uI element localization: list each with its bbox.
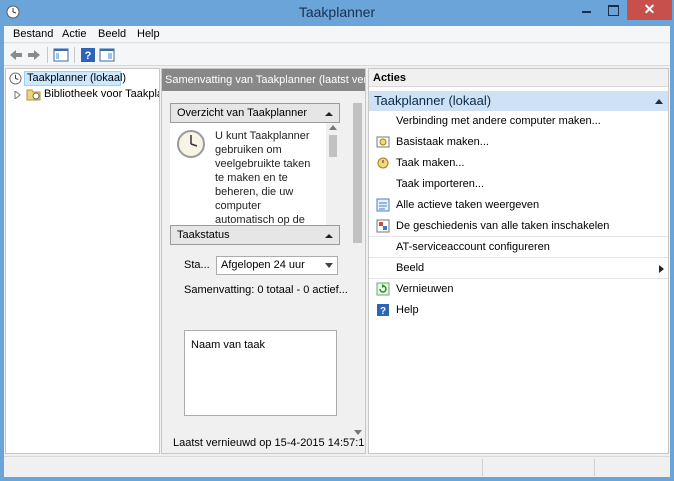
action-import-task[interactable]: Taak importeren... [369, 175, 668, 195]
status-cell [594, 459, 670, 476]
create-task-icon [377, 157, 389, 169]
basic-task-icon [376, 136, 390, 148]
tree-item-library[interactable]: Bibliotheek voor Taakplanner [6, 87, 159, 103]
overview-section-header[interactable]: Overzicht van Taakplanner [170, 103, 340, 123]
tree-item-root[interactable]: Taakplanner (lokaal) [6, 71, 159, 87]
show-pane-icon[interactable] [99, 47, 115, 63]
client-area: Bestand Actie Beeld Help ? Taakplanner (… [4, 26, 670, 477]
menu-bar: Bestand Actie Beeld Help [4, 26, 670, 43]
action-label: Alle actieve taken weergeven [396, 199, 540, 211]
submenu-arrow-icon [659, 265, 664, 273]
active-tasks-icon [376, 198, 390, 212]
svg-text:?: ? [85, 50, 92, 62]
action-label: Taak maken... [396, 157, 465, 169]
collapse-icon[interactable] [325, 112, 333, 116]
actions-group-title: Taakplanner (lokaal) [374, 93, 492, 108]
menu-bestand[interactable]: Bestand [13, 28, 53, 40]
folder-icon [26, 89, 41, 101]
console-tree: Taakplanner (lokaal) Bibliotheek voor Ta… [5, 68, 160, 454]
clock-icon [177, 130, 205, 158]
status-cell [482, 459, 594, 476]
svg-text:?: ? [380, 306, 386, 317]
forward-arrow-icon[interactable] [26, 47, 42, 63]
select-value: Afgelopen 24 uur [221, 259, 305, 271]
menu-actie[interactable]: Actie [62, 28, 86, 40]
summary-pane: Samenvatting van Taakplanner (laatst ver… [161, 68, 366, 454]
chevron-down-icon[interactable] [325, 263, 333, 268]
console-tree-icon[interactable] [53, 47, 69, 63]
help-icon[interactable]: ? [80, 47, 96, 63]
action-view[interactable]: Beeld [369, 259, 668, 279]
collapse-icon[interactable] [655, 99, 663, 104]
scrollbar-thumb[interactable] [329, 135, 337, 157]
actions-group-header[interactable]: Taakplanner (lokaal) [369, 91, 668, 111]
refresh-icon [376, 282, 390, 296]
actions-pane: Acties Taakplanner (lokaal) Verbinding m… [368, 68, 669, 454]
status-period-select[interactable]: Afgelopen 24 uur [216, 256, 338, 275]
action-label: Help [396, 304, 419, 316]
clock-icon [9, 72, 22, 85]
action-create-task[interactable]: Taak maken... [369, 154, 668, 174]
action-label: Vernieuwen [396, 283, 454, 295]
maximize-button[interactable] [600, 0, 626, 20]
status-summary: Samenvatting: 0 totaal - 0 actief... [184, 284, 348, 296]
action-label: Taak importeren... [396, 178, 485, 190]
last-refreshed-text: Laatst vernieuwd op 15-4-2015 14:57:12 [173, 437, 366, 449]
scroll-down-icon[interactable] [354, 430, 362, 435]
section-title: Overzicht van Taakplanner [177, 107, 308, 119]
back-arrow-icon[interactable] [8, 47, 24, 63]
close-button[interactable]: ✕ [627, 0, 672, 20]
task-list[interactable]: Naam van taak [184, 330, 337, 416]
action-refresh[interactable]: Vernieuwen [369, 280, 668, 300]
action-label: AT-serviceaccount configureren [396, 241, 550, 253]
status-label: Sta... [184, 259, 210, 271]
app-window: Taakplanner ✕ Bestand Actie Beeld Help ?… [0, 0, 674, 481]
expand-arrow-icon[interactable] [14, 91, 21, 99]
scrollbar-thumb[interactable] [353, 103, 362, 243]
action-connect-computer[interactable]: Verbinding met andere computer maken... [369, 112, 668, 132]
close-icon: ✕ [643, 1, 656, 17]
column-header-task-name[interactable]: Naam van taak [191, 339, 265, 351]
tree-item-label: Bibliotheek voor Taakplanner [44, 88, 159, 100]
toolbar-separator [74, 47, 75, 63]
history-icon [376, 219, 390, 233]
tree-item-label: Taakplanner (lokaal) [27, 72, 127, 84]
toolbar-separator [47, 47, 48, 63]
section-title: Taakstatus [177, 229, 230, 241]
status-bar [4, 456, 670, 477]
collapse-icon[interactable] [325, 234, 333, 238]
action-create-basic-task[interactable]: Basistaak maken... [369, 133, 668, 153]
action-label: Verbinding met andere computer maken... [396, 115, 601, 127]
scroll-up-icon[interactable] [329, 125, 337, 130]
action-label: De geschiedenis van alle taken inschakel… [396, 220, 610, 232]
action-enable-history[interactable]: De geschiedenis van alle taken inschakel… [369, 217, 668, 237]
task-status-section-header[interactable]: Taakstatus [170, 225, 340, 245]
action-label: Beeld [396, 262, 425, 274]
action-help[interactable]: ? Help [369, 301, 668, 321]
help-icon: ? [377, 304, 389, 317]
toolbar: ? [4, 44, 670, 66]
minimize-button[interactable] [573, 0, 599, 20]
summary-header: Samenvatting van Taakplanner (laatst ver… [162, 69, 365, 91]
menu-help[interactable]: Help [137, 28, 160, 40]
action-configure-at-account[interactable]: AT-serviceaccount configureren [369, 238, 668, 258]
actions-title: Acties [369, 69, 668, 87]
title-bar[interactable]: Taakplanner ✕ [0, 0, 674, 26]
overview-description: U kunt Taakplanner gebruiken om veelgebr… [215, 130, 311, 226]
action-show-active-tasks[interactable]: Alle actieve taken weergeven [369, 196, 668, 216]
summary-scrollbar[interactable] [350, 91, 365, 437]
action-label: Basistaak maken... [396, 136, 489, 148]
menu-beeld[interactable]: Beeld [98, 28, 126, 40]
